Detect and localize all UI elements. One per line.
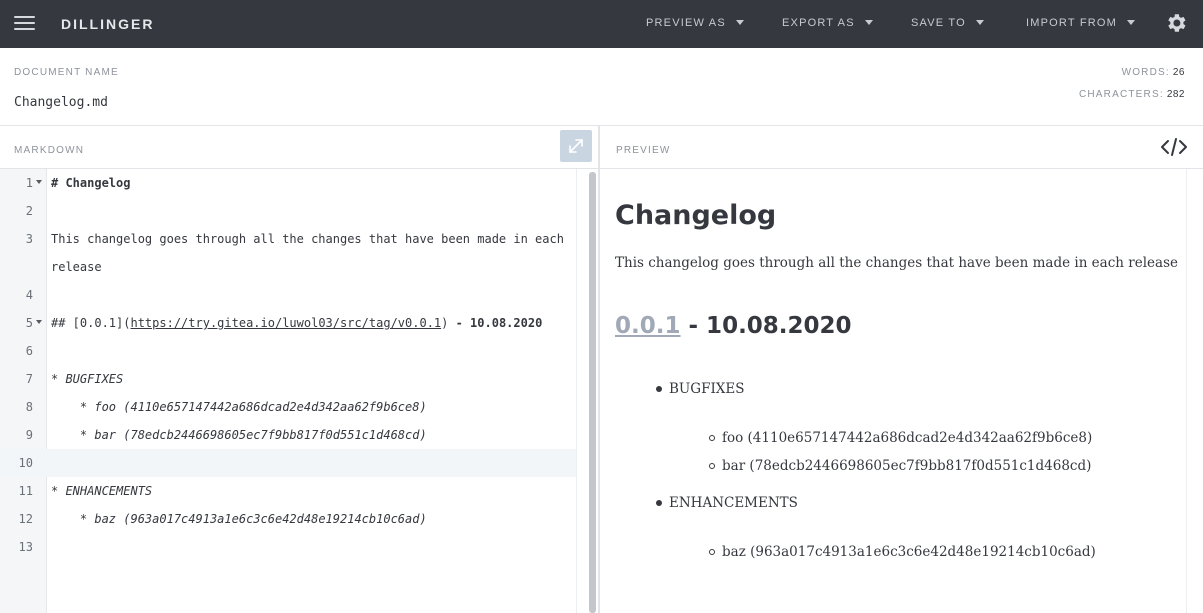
editor-line[interactable]: 11 * ENHANCEMENTS (0, 477, 576, 505)
list-item: bar (78edcb2446698605ec7f9bb817f0d551c1d… (722, 458, 1092, 474)
code-text: # Changelog (51, 176, 131, 190)
editor-scrollbar-thumb[interactable] (589, 172, 596, 613)
editor-line[interactable]: 9 * bar (78edcb2446698605ec7f9bb817f0d55… (0, 421, 576, 449)
line-number: 1 (25, 176, 33, 190)
pane-splitter[interactable] (598, 126, 600, 613)
line-number: 9 (25, 428, 33, 442)
settings-gear-icon[interactable] (1164, 11, 1188, 35)
preview-scrollbar-track[interactable] (1186, 169, 1203, 613)
code-view-toggle-icon[interactable] (1160, 136, 1188, 158)
editor-line[interactable]: release (0, 253, 576, 281)
caret-down-icon (864, 19, 873, 25)
line-number: 8 (25, 400, 33, 414)
list-item: ENHANCEMENTS (669, 495, 798, 511)
export-as-menu[interactable]: EXPORT AS (782, 17, 873, 29)
expand-editor-button[interactable] (560, 130, 592, 162)
list-item: foo (4110e657147442a686dcad2e4d342aa62f9… (722, 430, 1093, 446)
preview-pane-label: PREVIEW (616, 145, 671, 156)
code-text: * foo (4110e657147442a686dcad2e4d342aa62… (51, 400, 427, 414)
import-from-menu[interactable]: IMPORT FROM (1026, 17, 1136, 29)
fold-arrow-icon[interactable] (36, 180, 42, 184)
code-text: * baz (963a017c4913a1e6c3c6e42d48e19214c… (51, 512, 427, 526)
circle-bullet-icon (709, 435, 715, 441)
code-text: * BUGFIXES (51, 372, 124, 386)
editor-line[interactable]: 7 * BUGFIXES (0, 365, 576, 393)
editor-line[interactable]: 6 (0, 337, 576, 365)
line-number: 5 (25, 316, 33, 330)
line-number: 2 (25, 204, 33, 218)
editor-line[interactable]: 3 This changelog goes through all the cha… (0, 225, 576, 253)
editor-line[interactable]: 8 * foo (4110e657147442a686dcad2e4d342aa… (0, 393, 576, 421)
preview-heading-2: 0.0.1 - 10.08.2020 (615, 313, 852, 339)
editor-line[interactable]: 13 (0, 533, 576, 561)
expand-arrows-icon (569, 139, 583, 153)
hamburger-menu-icon[interactable] (14, 14, 35, 32)
code-text: * bar (78edcb2446698605ec7f9bb817f0d551c… (51, 428, 427, 442)
preview-heading-1: Changelog (615, 200, 777, 231)
line-number: 6 (25, 344, 33, 358)
divider (0, 125, 1203, 126)
circle-bullet-icon (709, 549, 715, 555)
line-number: 3 (25, 232, 33, 246)
caret-down-icon (1127, 19, 1136, 25)
bullet-icon (656, 500, 662, 506)
bullet-icon (656, 386, 662, 392)
word-count: WORDS: 26 (1121, 67, 1185, 78)
circle-bullet-icon (709, 463, 715, 469)
editor-line[interactable]: 4 (0, 281, 576, 309)
caret-down-icon (975, 19, 984, 25)
line-number: 11 (18, 484, 33, 498)
document-name-label: DOCUMENT NAME (14, 67, 119, 78)
list-item: BUGFIXES (669, 381, 745, 397)
editor-line[interactable]: 12 * baz (963a017c4913a1e6c3c6e42d48e192… (0, 505, 576, 533)
release-link[interactable]: 0.0.1 (615, 313, 681, 339)
code-text: This changelog goes through all the chan… (51, 232, 564, 246)
line-number: 4 (25, 288, 33, 302)
editor-line[interactable]: 5 ## [0.0.1](https://try.gitea.io/luwol03… (0, 309, 576, 337)
top-navbar: DILLINGER PREVIEW AS EXPORT AS SAVE TO I… (0, 0, 1203, 48)
editor-line[interactable]: 2 (0, 197, 576, 225)
line-number: 13 (18, 540, 33, 554)
fold-arrow-icon[interactable] (36, 320, 42, 324)
app-logo[interactable]: DILLINGER (61, 16, 154, 32)
code-text: * ENHANCEMENTS (51, 484, 153, 498)
editor-line[interactable]: 10 (0, 449, 576, 477)
line-number: 10 (18, 456, 33, 470)
code-text: release (51, 260, 102, 274)
preview-paragraph: This changelog goes through all the chan… (615, 255, 1178, 271)
character-count: CHARACTERS: 282 (1078, 89, 1185, 100)
document-name-input[interactable]: Changelog.md (14, 95, 108, 110)
divider (600, 168, 1203, 169)
preview-as-menu[interactable]: PREVIEW AS (646, 17, 744, 29)
save-to-menu[interactable]: SAVE TO (911, 17, 984, 29)
code-text: ## [0.0.1](https://try.gitea.io/luwol03/… (51, 316, 543, 330)
line-number: 12 (18, 512, 33, 526)
list-item: baz (963a017c4913a1e6c3c6e42d48e19214cb1… (722, 544, 1096, 560)
caret-down-icon (735, 19, 744, 25)
editor-line[interactable]: 1 # Changelog (0, 169, 576, 197)
markdown-pane-label: MARKDOWN (14, 145, 85, 156)
line-number: 7 (25, 372, 33, 386)
